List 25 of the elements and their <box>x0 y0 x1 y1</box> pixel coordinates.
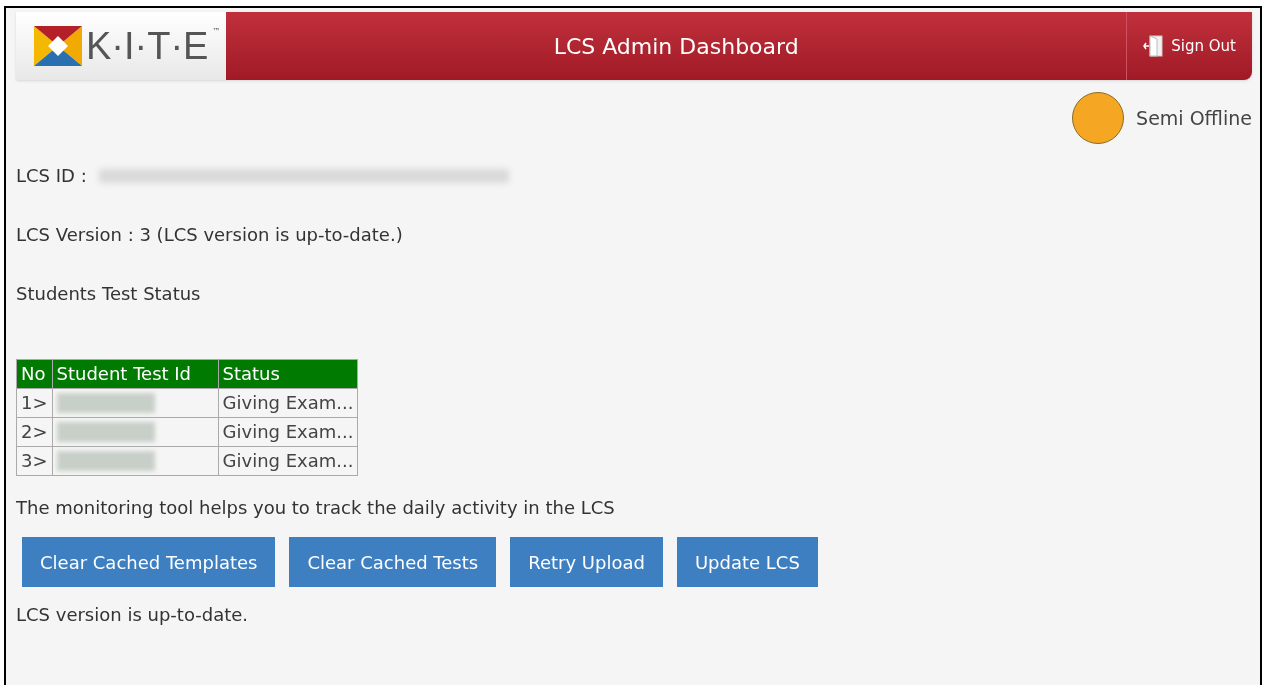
column-header: Status <box>218 359 358 389</box>
door-exit-icon <box>1143 35 1164 57</box>
table-cell: 2> <box>16 417 53 447</box>
section-title: Students Test Status <box>16 282 202 306</box>
connection-status: Semi Offline <box>1136 105 1252 131</box>
logo-wordmark: K·I·T·E <box>86 27 209 65</box>
table-cell: 1> <box>16 388 53 418</box>
kite-logo-icon <box>34 26 82 66</box>
table-cell: Giving Exam... <box>218 388 358 418</box>
monitoring-note: The monitoring tool helps you to track the daily activity in the LCS <box>16 496 616 520</box>
column-header: Student Test Id <box>52 359 219 389</box>
lcs-version-text: LCS Version : 3 (LCS version is up-to-date.) <box>16 223 404 247</box>
dashboard-title: LCS Admin Dashboard <box>553 32 799 61</box>
column-header: No <box>16 359 53 389</box>
action-button[interactable]: Update LCS <box>676 537 818 587</box>
trademark-mark: ™ <box>212 26 221 38</box>
lcs-id-label: LCS ID : <box>16 164 87 188</box>
sign-out-button[interactable]: Sign Out <box>1126 12 1252 80</box>
table-cell: Giving Exam... <box>218 417 358 447</box>
status-message: LCS version is up-to-date. <box>16 603 250 627</box>
action-button[interactable]: Clear Cached Templates <box>22 537 276 587</box>
action-button[interactable]: Clear Cached Tests <box>289 537 497 587</box>
action-button[interactable]: Retry Upload <box>510 537 663 587</box>
table-cell: 3> <box>16 446 53 476</box>
table-cell: Giving Exam... <box>218 446 358 476</box>
